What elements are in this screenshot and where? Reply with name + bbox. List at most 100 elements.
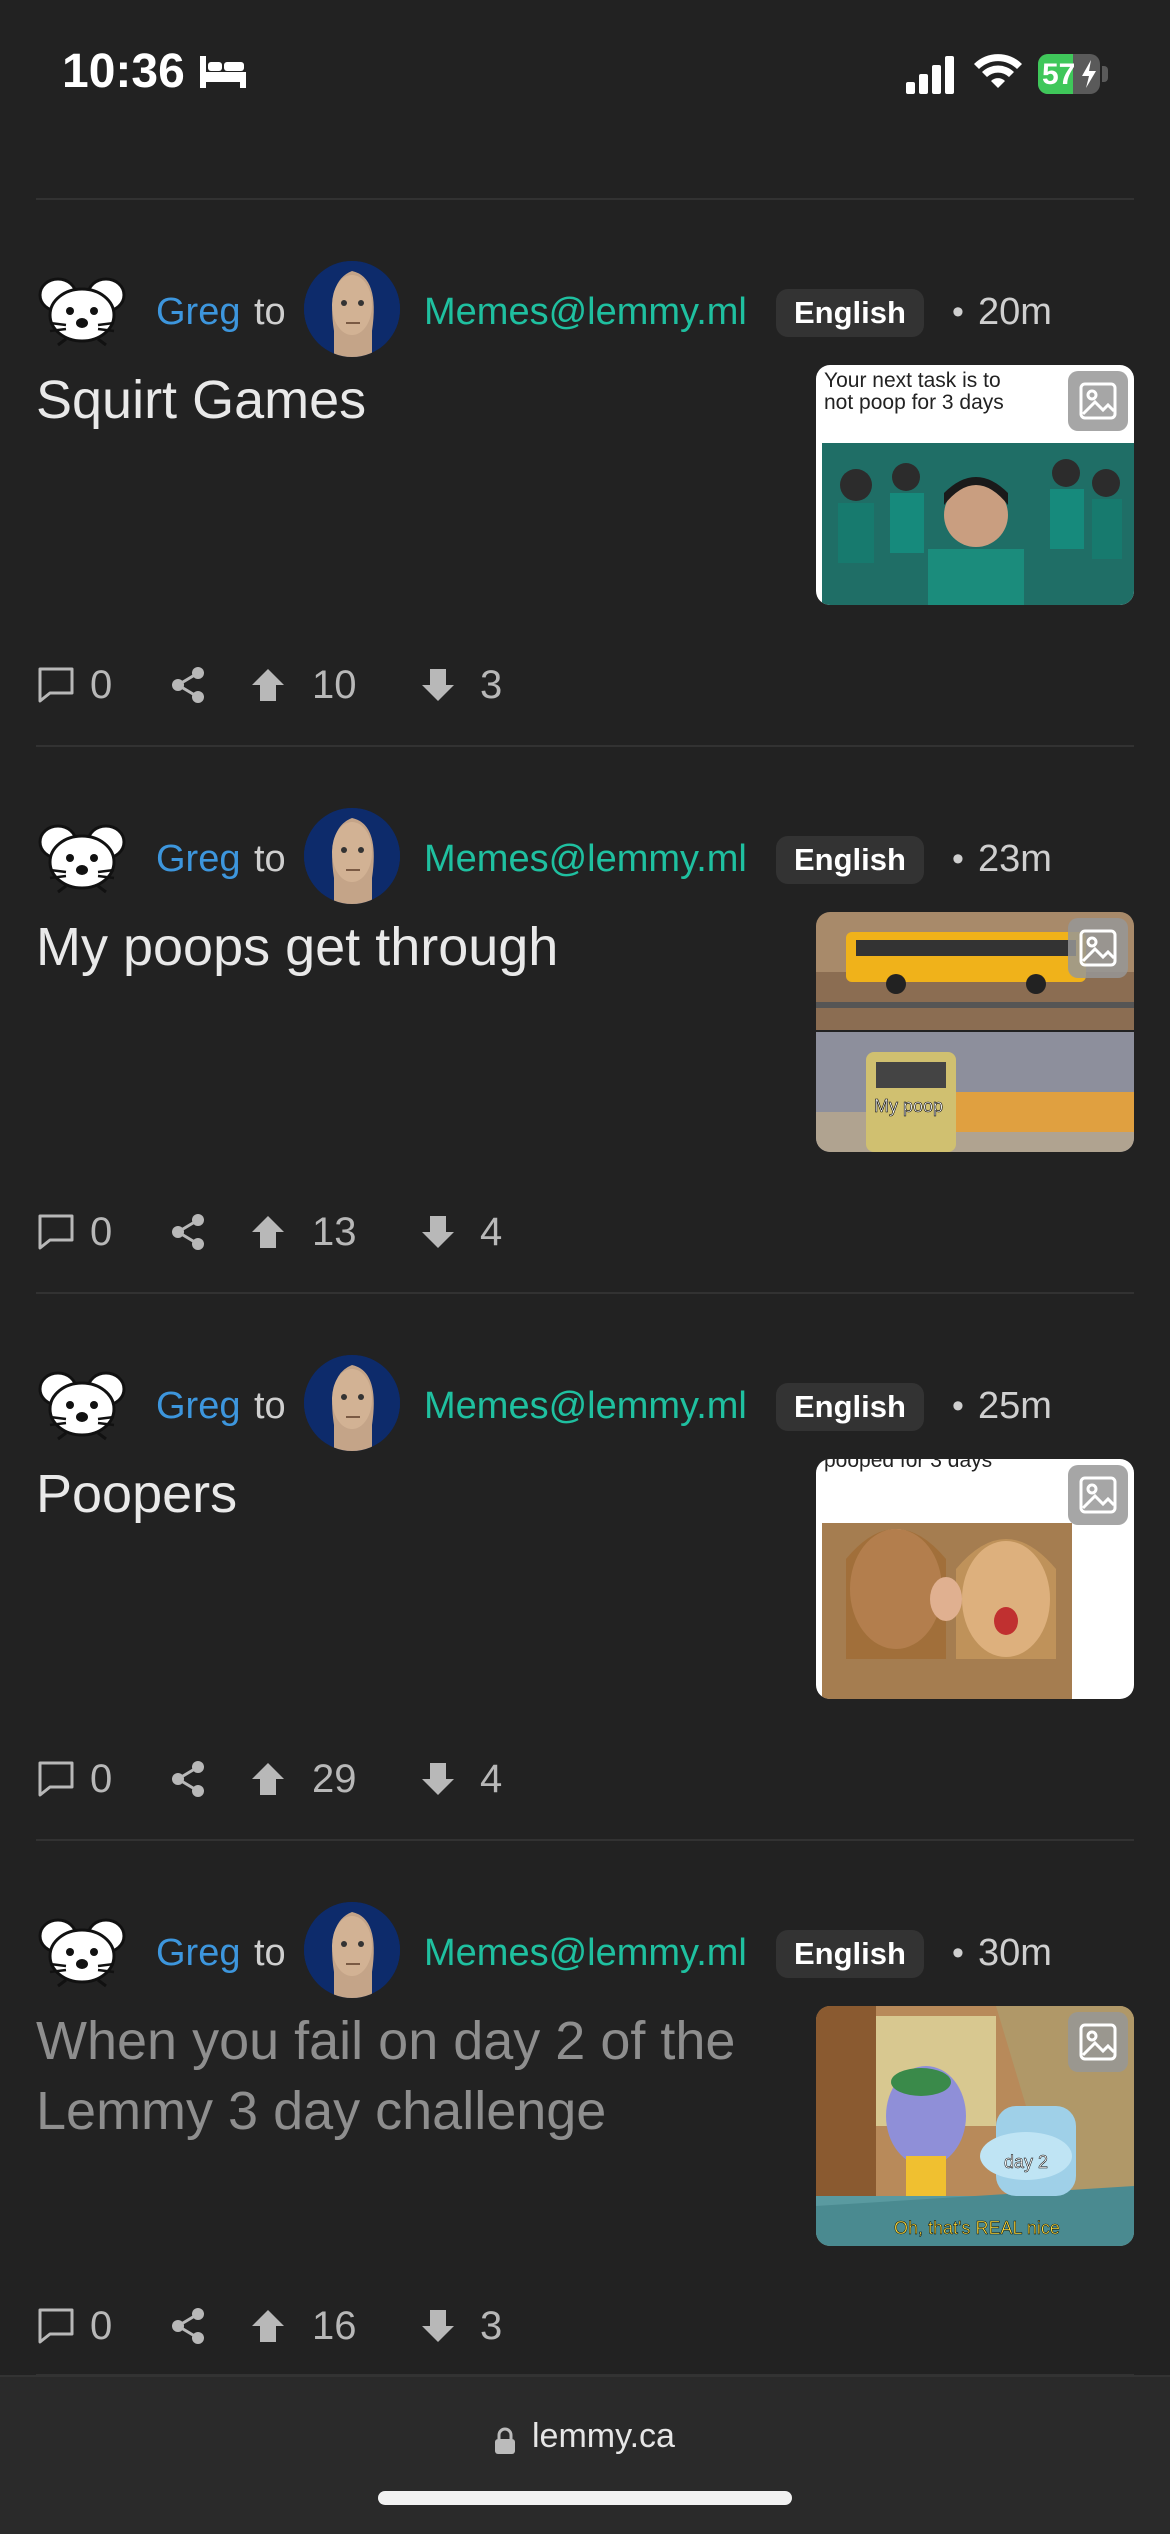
svg-text:day 2: day 2 — [1004, 2152, 1048, 2172]
post-time: 23m — [978, 838, 1052, 880]
post-time: 25m — [978, 1385, 1052, 1427]
status-bar: 10:36 57 — [0, 0, 1170, 150]
community-avatar[interactable] — [304, 1355, 400, 1451]
to-label: to — [254, 1932, 286, 1974]
post-card[interactable]: Greg to Memes@lemmy.ml English • 23m My … — [0, 762, 1170, 1307]
downvote-count: 3 — [480, 663, 503, 707]
post-actions: 0 13 4 — [36, 1202, 636, 1262]
browser-address-bar[interactable]: lemmy.ca — [0, 2375, 1170, 2534]
community-link[interactable]: Memes@lemmy.ml — [424, 291, 747, 334]
upvote-icon[interactable] — [248, 2306, 288, 2346]
comment-count: 0 — [90, 1210, 113, 1254]
post-author-link[interactable]: Greg — [156, 838, 240, 881]
share-icon[interactable] — [168, 1759, 208, 1799]
share-icon[interactable] — [168, 1212, 208, 1252]
post-card[interactable]: Greg to Memes@lemmy.ml English • 20m Squ… — [0, 215, 1170, 760]
language-badge: English — [776, 1930, 924, 1978]
post-title-link[interactable]: Squirt Games — [36, 365, 776, 435]
community-avatar[interactable] — [304, 261, 400, 357]
comment-count: 0 — [90, 663, 113, 707]
post-title-link[interactable]: Poopers — [36, 1459, 776, 1529]
separator-dot: • — [952, 1934, 964, 1972]
upvote-count: 29 — [312, 1757, 357, 1801]
comment-count: 0 — [90, 2304, 113, 2348]
divider — [36, 198, 1134, 200]
post-thumbnail[interactable]: pooped for 3 days — [816, 1459, 1134, 1699]
separator-dot: • — [952, 293, 964, 331]
comment-icon[interactable] — [36, 2306, 76, 2346]
signal-icon — [906, 56, 954, 94]
image-icon — [1068, 918, 1128, 978]
downvote-count: 3 — [480, 2304, 503, 2348]
separator-dot: • — [952, 1387, 964, 1425]
bed-icon — [200, 56, 246, 88]
separator-dot: • — [952, 840, 964, 878]
downvote-icon[interactable] — [418, 1759, 458, 1799]
post-time: 30m — [978, 1932, 1052, 1974]
lock-icon — [495, 2427, 515, 2454]
post-actions: 0 10 3 — [36, 655, 636, 715]
svg-text:not poop for 3 days: not poop for 3 days — [824, 391, 1004, 414]
community-avatar[interactable] — [304, 808, 400, 904]
svg-text:My poop: My poop — [874, 1096, 943, 1116]
status-time: 10:36 — [62, 45, 185, 98]
upvote-icon[interactable] — [248, 1212, 288, 1252]
community-link[interactable]: Memes@lemmy.ml — [424, 1385, 747, 1428]
share-icon[interactable] — [168, 665, 208, 705]
rat-avatar-icon[interactable] — [36, 277, 128, 347]
rat-avatar-icon[interactable] — [36, 824, 128, 894]
post-actions: 0 29 4 — [36, 1749, 636, 1809]
downvote-icon[interactable] — [418, 665, 458, 705]
downvote-icon[interactable] — [418, 2306, 458, 2346]
post-title-link[interactable]: When you fail on day 2 of the Lemmy 3 da… — [36, 2006, 776, 2146]
post-author-link[interactable]: Greg — [156, 1385, 240, 1428]
community-link[interactable]: Memes@lemmy.ml — [424, 1932, 747, 1975]
upvote-count: 13 — [312, 1210, 357, 1254]
url-text: lemmy.ca — [532, 2417, 675, 2455]
language-badge: English — [776, 1383, 924, 1431]
image-icon — [1068, 2012, 1128, 2072]
to-label: to — [254, 1385, 286, 1427]
svg-text:pooped for 3 days: pooped for 3 days — [824, 1459, 992, 1472]
post-meta: Greg to Memes@lemmy.ml English • 30m — [36, 1898, 1136, 1998]
language-badge: English — [776, 836, 924, 884]
to-label: to — [254, 838, 286, 880]
post-author-link[interactable]: Greg — [156, 291, 240, 334]
upvote-icon[interactable] — [248, 1759, 288, 1799]
post-card[interactable]: Greg to Memes@lemmy.ml English • 25m Poo… — [0, 1309, 1170, 1854]
language-badge: English — [776, 289, 924, 337]
image-icon — [1068, 1465, 1128, 1525]
rat-avatar-icon[interactable] — [36, 1918, 128, 1988]
comment-icon[interactable] — [36, 1759, 76, 1799]
post-actions: 0 16 3 — [36, 2296, 636, 2356]
share-icon[interactable] — [168, 2306, 208, 2346]
post-thumbnail[interactable]: My poop — [816, 912, 1134, 1152]
rat-avatar-icon[interactable] — [36, 1371, 128, 1441]
battery-percentage: 57 — [1042, 58, 1076, 91]
post-card[interactable]: Greg to Memes@lemmy.ml English • 30m Whe… — [0, 1856, 1170, 2401]
post-time: 20m — [978, 291, 1052, 333]
divider — [36, 1839, 1134, 1841]
community-link[interactable]: Memes@lemmy.ml — [424, 838, 747, 881]
divider — [36, 745, 1134, 747]
post-thumbnail[interactable]: day 2 Oh, that's REAL nice — [816, 2006, 1134, 2246]
post-meta: Greg to Memes@lemmy.ml English • 25m — [36, 1351, 1136, 1451]
home-indicator[interactable] — [378, 2491, 792, 2505]
downvote-icon[interactable] — [418, 1212, 458, 1252]
charging-bolt-icon — [1082, 60, 1096, 88]
battery-icon: 57 — [1038, 54, 1110, 94]
image-icon — [1068, 371, 1128, 431]
upvote-icon[interactable] — [248, 665, 288, 705]
svg-text:Oh, that's REAL nice: Oh, that's REAL nice — [894, 2218, 1060, 2238]
divider — [36, 1292, 1134, 1294]
post-meta: Greg to Memes@lemmy.ml English • 23m — [36, 804, 1136, 904]
community-avatar[interactable] — [304, 1902, 400, 1998]
svg-text:Your next task is to: Your next task is to — [824, 369, 1001, 392]
post-thumbnail[interactable]: Your next task is to not poop for 3 days — [816, 365, 1134, 605]
upvote-count: 10 — [312, 663, 357, 707]
comment-icon[interactable] — [36, 665, 76, 705]
wifi-icon — [974, 54, 1022, 88]
comment-icon[interactable] — [36, 1212, 76, 1252]
post-author-link[interactable]: Greg — [156, 1932, 240, 1975]
post-title-link[interactable]: My poops get through — [36, 912, 776, 982]
